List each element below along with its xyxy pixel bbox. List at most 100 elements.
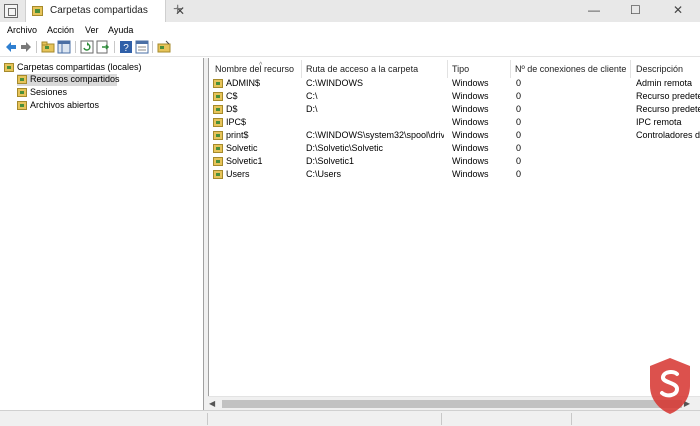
shared-folder-icon — [213, 157, 223, 166]
cell-descripcion: Controladores de — [636, 130, 700, 140]
shared-folder-icon — [213, 131, 223, 140]
open-files-icon — [17, 101, 27, 110]
cell-conexiones: 0 — [516, 117, 522, 127]
cell-nombre: IPC$ — [226, 117, 247, 127]
tree-node-label: Carpetas compartidas (locales) — [17, 62, 142, 72]
cell-nombre: Users — [226, 169, 250, 179]
cell-nombre: ADMIN$ — [226, 78, 261, 88]
cell-conexiones: 0 — [516, 78, 522, 88]
column-header-label: Nombre del recurso — [215, 64, 295, 74]
tree-node-root[interactable]: Carpetas compartidas (locales) — [4, 62, 184, 74]
cell-tipo: Windows — [452, 117, 489, 127]
cell-ruta: D:\ — [306, 104, 318, 114]
cell-nombre: Solvetic1 — [226, 156, 263, 166]
cell-tipo: Windows — [452, 91, 489, 101]
shared-folder-icon — [213, 118, 223, 127]
column-divider[interactable] — [510, 60, 511, 78]
cell-descripcion: Recurso predeter — [636, 104, 700, 114]
sessions-icon — [17, 88, 27, 97]
column-header-conexiones[interactable]: Nº de conexiones de cliente — [515, 64, 626, 78]
tree-node-recursos-compartidos[interactable]: Recursos compartidos — [17, 74, 120, 86]
cell-conexiones: 0 — [516, 143, 522, 153]
menu-ver[interactable]: Ver — [85, 25, 99, 35]
cell-nombre: C$ — [226, 91, 238, 101]
menu-accion[interactable]: Acción — [47, 25, 74, 35]
scroll-left-icon[interactable]: ◀ — [209, 399, 215, 408]
column-divider[interactable] — [301, 60, 302, 78]
shared-folder-icon — [213, 144, 223, 153]
export-list-icon[interactable] — [96, 40, 110, 54]
tree-node-label: Sesiones — [30, 87, 68, 97]
tree-pane: Carpetas compartidas (locales) Recursos … — [0, 58, 204, 410]
solvetic-logo-watermark — [650, 358, 690, 414]
tree-node-sesiones[interactable]: Sesiones — [17, 87, 117, 99]
properties-icon[interactable] — [135, 40, 149, 54]
table-row[interactable]: ADMIN$ C:\WINDOWS Windows 0 Admin remota — [209, 78, 700, 91]
column-header-ruta[interactable]: Ruta de acceso a la carpeta — [306, 64, 418, 78]
maximize-button[interactable]: ☐ — [630, 3, 641, 17]
column-header-tipo[interactable]: Tipo — [452, 64, 469, 78]
cell-descripcion: Recurso predeter — [636, 91, 700, 101]
column-divider[interactable] — [630, 60, 631, 78]
show-tree-icon[interactable] — [57, 40, 71, 54]
cell-ruta: C:\Users — [306, 169, 342, 179]
help-icon[interactable]: ? — [119, 40, 133, 54]
cell-tipo: Windows — [452, 104, 489, 114]
cell-conexiones: 0 — [516, 91, 522, 101]
cell-ruta: C:\WINDOWS — [306, 78, 363, 88]
cell-tipo: Windows — [452, 78, 489, 88]
cell-conexiones: 0 — [516, 169, 522, 179]
cell-tipo: Windows — [452, 156, 489, 166]
title-bar: Carpetas compartidas ✕ + — ☐ ✕ — [0, 0, 700, 22]
list-pane: Nombre del recurso ^ Ruta de acceso a la… — [208, 58, 700, 410]
table-row[interactable]: Solvetic1 D:\Solvetic1 Windows 0 — [209, 156, 700, 169]
table-row[interactable]: Solvetic D:\Solvetic\Solvetic Windows 0 — [209, 143, 700, 156]
task-view-icon[interactable] — [4, 4, 18, 18]
cell-ruta: D:\Solvetic\Solvetic — [306, 143, 384, 153]
shared-folder-icon[interactable] — [157, 40, 171, 54]
column-header-nombre[interactable]: Nombre del recurso ^ — [215, 62, 295, 78]
toolbar: ? — [0, 38, 700, 57]
cell-nombre: print$ — [226, 130, 249, 140]
shared-folder-icon — [4, 63, 14, 72]
tab-title: Carpetas compartidas — [50, 5, 148, 16]
forward-arrow-icon[interactable] — [19, 40, 33, 54]
minimize-button[interactable]: — — [588, 3, 600, 17]
table-row[interactable]: C$ C:\ Windows 0 Recurso predeter — [209, 91, 700, 104]
tab-carpetas-compartidas[interactable]: Carpetas compartidas ✕ — [25, 0, 185, 22]
shared-folder-icon — [17, 75, 27, 84]
menu-ayuda[interactable]: Ayuda — [108, 25, 133, 35]
folder-icon[interactable] — [41, 40, 55, 54]
table-row[interactable]: D$ D:\ Windows 0 Recurso predeter — [209, 104, 700, 117]
cell-conexiones: 0 — [516, 156, 522, 166]
table-row[interactable]: IPC$ Windows 0 IPC remota — [209, 117, 700, 130]
table-row[interactable]: print$ C:\WINDOWS\system32\spool\driv Wi… — [209, 130, 700, 143]
svg-text:?: ? — [123, 43, 129, 54]
scrollbar-thumb[interactable] — [222, 400, 682, 408]
new-tab-button[interactable]: + — [173, 1, 182, 19]
cell-tipo: Windows — [452, 130, 489, 140]
close-button[interactable]: ✕ — [673, 3, 683, 17]
cell-nombre: D$ — [226, 104, 238, 114]
toolbar-separator — [114, 41, 115, 53]
cell-descripcion: Admin remota — [636, 78, 693, 88]
table-row[interactable]: Users C:\Users Windows 0 — [209, 169, 700, 182]
cell-conexiones: 0 — [516, 130, 522, 140]
tree-node-archivos-abiertos[interactable]: Archivos abiertos — [17, 100, 117, 112]
tree-node-label: Archivos abiertos — [30, 100, 100, 110]
toolbar-separator — [75, 41, 76, 53]
shared-drive-icon — [213, 105, 223, 114]
back-arrow-icon[interactable] — [4, 40, 18, 54]
tree-node-label: Recursos compartidos — [30, 74, 120, 84]
refresh-icon[interactable] — [80, 40, 94, 54]
status-separator — [571, 413, 572, 425]
horizontal-scrollbar[interactable]: ◀ ▶ — [208, 396, 700, 410]
shared-folder-icon — [213, 170, 223, 179]
column-header-descripcion[interactable]: Descripción — [636, 64, 683, 78]
menu-archivo[interactable]: Archivo — [7, 25, 37, 35]
cell-tipo: Windows — [452, 169, 489, 179]
status-bar — [0, 410, 700, 426]
menu-bar: Archivo Acción Ver Ayuda — [0, 22, 700, 38]
column-divider[interactable] — [447, 60, 448, 78]
shared-drive-icon — [213, 92, 223, 101]
